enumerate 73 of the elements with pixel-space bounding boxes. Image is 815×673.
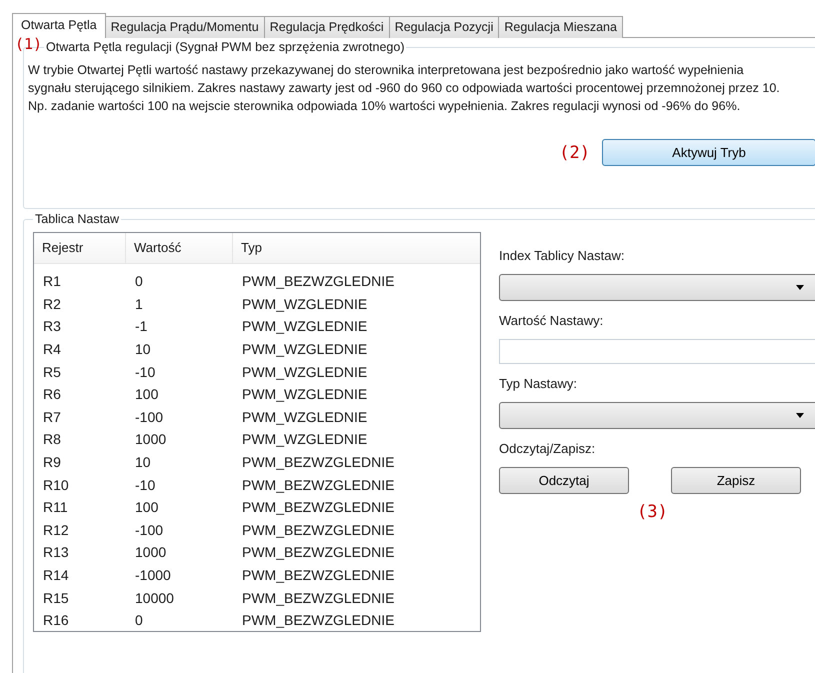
table-cell-text: -100 [134, 522, 164, 538]
caret-icon [796, 285, 804, 290]
field-label: Odczytaj/Zapisz: [499, 441, 596, 458]
dropdown[interactable] [499, 274, 815, 301]
table-cell-text: PWM_WZGLEDNIE [241, 364, 368, 380]
table-cell-text: PWM_BEZWZGLEDNIE [241, 499, 394, 516]
action-button[interactable]: Odczytaj [499, 467, 629, 494]
table-cell-text: R14 [42, 567, 70, 584]
table-cell-text: 10 [134, 341, 152, 358]
dropdown[interactable] [499, 402, 815, 429]
table-cell-text: -10 [134, 476, 156, 493]
tab[interactable]: Otwarta Pętla [12, 13, 106, 38]
table-cell-text: PWM_WZGLEDNIE [241, 408, 368, 425]
table-cell-text: 1 [134, 296, 144, 312]
table-cell-text: PWM_BEZWZGLEDNIE [241, 612, 394, 628]
input-field[interactable] [499, 339, 815, 364]
tab[interactable]: Regulacja Mieszana [498, 16, 623, 38]
table-cell-text: 100 [134, 386, 160, 402]
table-cell-text: PWM_WZGLEDNIE [241, 386, 368, 402]
annotation-label: (3) [637, 502, 668, 522]
table-cell-text: R12 [42, 522, 70, 538]
table-cell-text: -1000 [134, 567, 172, 584]
table-cell-text: 100 [134, 499, 160, 516]
table-cell-text: -1 [134, 318, 148, 334]
tab[interactable]: Regulacja Prądu/Momentu [104, 16, 265, 38]
field-label: Index Tablicy Nastaw: [499, 248, 626, 265]
table-cell-text: R2 [42, 296, 62, 312]
table-cell-text: R13 [42, 544, 70, 560]
column-header[interactable]: Rejestr [34, 233, 126, 263]
table-cell-text: R10 [42, 476, 70, 493]
table-cell-text: PWM_WZGLEDNIE [241, 318, 368, 334]
table-cell-text: PWM_BEZWZGLEDNIE [241, 273, 394, 290]
table-cell-text: R5 [42, 364, 62, 380]
table-cell-text: 10 [134, 454, 152, 470]
table-cell-text: R6 [42, 386, 62, 402]
annotation-label: (2) [559, 142, 590, 162]
group-title: Otwarta Pętla regulacji (Sygnał PWM bez sprzężenia zwrotnego) [44, 40, 406, 55]
annotation-label: (1) [15, 35, 42, 53]
table-cell-text: R11 [42, 499, 69, 516]
table-cell-text: R16 [42, 612, 70, 628]
table-cell-text: R8 [42, 431, 62, 448]
table-cell-text: PWM_BEZWZGLEDNIE [241, 567, 394, 584]
table-cell-text: PWM_BEZWZGLEDNIE [241, 476, 394, 493]
field-label: Typ Nastawy: [499, 376, 578, 393]
table-cell-text: 0 [134, 273, 144, 290]
field-label: Wartość Nastawy: [499, 313, 604, 330]
table-cell-text: 10000 [134, 590, 175, 606]
tab[interactable]: Regulacja Pozycji [388, 16, 500, 38]
description-text: W trybie Otwartej Pętli wartość nastawy przekazywanej do sterownika interpretowana jest bezpośrednio jako wartość wypełnienia sygnału sterującego silnikiem. Zakres nastawy zawarty jest od -960 do 960 co odpowiada wartości procentowej przemnożonej przez 10. Np. zadanie wartości 100 na wejscie sterownika odpowiada 10% wartości wypełnienia. Zakres regulacji wynosi od -96% do 96%. [28, 62, 781, 115]
table-cell-text: -10 [134, 364, 156, 380]
table-cell-text: PWM_BEZWZGLEDNIE [241, 544, 394, 560]
activate-button[interactable]: Aktywuj Tryb [602, 139, 815, 166]
table-cell-text: R9 [42, 454, 62, 470]
table-cell-text: PWM_WZGLEDNIE [241, 431, 368, 448]
column-header[interactable]: Wartość [126, 233, 233, 263]
table-cell-text: PWM_BEZWZGLEDNIE [241, 522, 394, 538]
table-cell-text: 1000 [134, 544, 168, 560]
table-cell-text: R7 [42, 408, 62, 425]
table-cell-text: R1 [42, 273, 62, 290]
tab[interactable]: Regulacja Prędkości [264, 16, 390, 38]
table-cell-text: PWM_BEZWZGLEDNIE [241, 590, 394, 606]
table-cell-text: PWM_WZGLEDNIE [241, 296, 368, 312]
table-cell-text: PWM_WZGLEDNIE [241, 341, 368, 358]
table-cell-text: 1000 [134, 431, 168, 448]
table-cell-text: R3 [42, 318, 62, 334]
table-cell-text: PWM_BEZWZGLEDNIE [241, 454, 394, 470]
table-cell-text: R15 [42, 590, 70, 606]
column-header[interactable]: Typ [233, 233, 480, 263]
action-button[interactable]: Zapisz [671, 467, 801, 494]
table-cell-text: 0 [134, 612, 144, 628]
table-cell-text: R4 [42, 341, 62, 358]
table-cell-text: -100 [134, 408, 164, 425]
caret-icon [796, 413, 804, 418]
